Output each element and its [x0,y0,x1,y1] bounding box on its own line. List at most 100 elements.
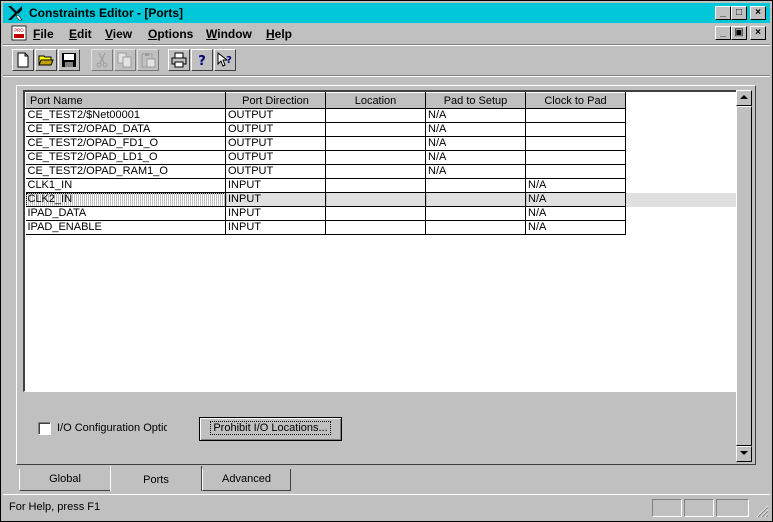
cell-port-name[interactable]: IPAD_DATA [25,206,226,221]
scroll-up-button[interactable] [736,90,752,106]
cell-pad-to-setup[interactable] [425,192,526,207]
cell-location[interactable] [325,220,426,235]
cell-port-direction[interactable]: INPUT [225,178,326,193]
table-row[interactable]: CLK1_IN INPUT N/A [25,178,736,193]
cell-pad-to-setup[interactable]: N/A [425,108,526,123]
help-button[interactable]: ? [191,49,213,71]
menu-view[interactable]: View [105,27,132,41]
new-button[interactable] [12,49,34,71]
table-row[interactable]: CE_TEST2/OPAD_RAM1_O OUTPUT N/A [25,164,736,179]
column-header-clock-to-pad[interactable]: Clock to Pad [525,92,626,109]
cell-location[interactable] [325,192,426,207]
table-row[interactable]: CE_TEST2/OPAD_LD1_O OUTPUT N/A [25,150,736,165]
cell-pad-to-setup[interactable] [425,220,526,235]
cell-port-direction[interactable]: INPUT [225,192,326,207]
tab-global[interactable]: Global [19,469,111,491]
cell-port-name[interactable]: CE_TEST2/OPAD_LD1_O [25,150,226,165]
prohibit-io-locations-button[interactable]: Prohibit I/O Locations... [199,417,342,441]
cell-clock-to-pad[interactable] [525,150,626,165]
cell-pad-to-setup[interactable]: N/A [425,136,526,151]
cell-clock-to-pad[interactable]: N/A [525,178,626,193]
cell-location[interactable] [325,136,426,151]
io-config-label: I/O Configuration Optior [57,422,167,434]
title-bar[interactable]: Constraints Editor - [Ports] _ □ × [3,3,770,23]
cell-clock-to-pad[interactable] [525,164,626,179]
cell-clock-to-pad[interactable]: N/A [525,206,626,221]
cell-port-direction[interactable]: OUTPUT [225,164,326,179]
menu-help[interactable]: Help [266,27,292,41]
open-button[interactable] [35,49,57,71]
vertical-scrollbar[interactable] [736,90,752,462]
table-row[interactable]: CE_TEST2/$Net00001 OUTPUT N/A [25,108,736,123]
menu-window[interactable]: Window [206,27,252,41]
row-filler [626,123,736,137]
cell-port-direction[interactable]: OUTPUT [225,136,326,151]
paste-button[interactable] [137,49,159,71]
print-button[interactable] [168,49,190,71]
cell-pad-to-setup[interactable]: N/A [425,150,526,165]
minimize-icon: _ [720,7,726,18]
cell-location[interactable] [325,206,426,221]
print-icon [171,52,187,68]
io-config-checkbox[interactable] [38,422,51,435]
mdi-restore-button[interactable]: ▣ [731,26,747,40]
context-help-button[interactable]: ? [214,49,236,71]
cell-clock-to-pad[interactable]: N/A [525,192,626,207]
document-icon[interactable]: PRO [11,25,27,41]
cell-clock-to-pad[interactable] [525,122,626,137]
maximize-button[interactable]: □ [731,6,747,20]
cell-port-direction[interactable]: OUTPUT [225,150,326,165]
table-row[interactable]: IPAD_DATA INPUT N/A [25,206,736,221]
cell-port-direction[interactable]: OUTPUT [225,122,326,137]
cut-button[interactable] [91,49,113,71]
tab-ports[interactable]: Ports [110,466,202,491]
column-header-port-direction[interactable]: Port Direction [225,92,326,109]
cell-port-name[interactable]: CLK2_IN [25,192,226,207]
mdi-minimize-button[interactable]: _ [715,26,731,40]
menu-options[interactable]: Options [148,27,193,41]
column-header-pad-to-setup[interactable]: Pad to Setup [425,92,526,109]
copy-button[interactable] [114,49,136,71]
table-row[interactable]: CLK2_IN INPUT N/A [25,192,736,207]
app-icon[interactable] [6,4,24,22]
tab-ports-label: Ports [143,474,169,486]
cell-location[interactable] [325,150,426,165]
resize-grip-icon[interactable] [755,504,769,518]
minimize-button[interactable]: _ [715,6,731,20]
cell-location[interactable] [325,122,426,137]
cut-icon [96,52,108,68]
cell-pad-to-setup[interactable] [425,206,526,221]
scroll-down-button[interactable] [736,446,752,462]
table-row[interactable]: IPAD_ENABLE INPUT N/A [25,220,736,235]
cell-location[interactable] [325,178,426,193]
scroll-thumb[interactable] [736,106,752,446]
cell-location[interactable] [325,108,426,123]
cell-pad-to-setup[interactable]: N/A [425,164,526,179]
cell-location[interactable] [325,164,426,179]
cell-pad-to-setup[interactable] [425,178,526,193]
cell-clock-to-pad[interactable]: N/A [525,220,626,235]
table-row[interactable]: CE_TEST2/OPAD_DATA OUTPUT N/A [25,122,736,137]
cell-port-name[interactable]: CLK1_IN [25,178,226,193]
cell-pad-to-setup[interactable]: N/A [425,122,526,137]
cell-port-direction[interactable]: INPUT [225,220,326,235]
menu-edit[interactable]: Edit [69,27,92,41]
ports-grid[interactable]: Port Name Port Direction Location Pad to… [23,90,737,392]
cell-port-name[interactable]: CE_TEST2/OPAD_RAM1_O [25,164,226,179]
close-button[interactable]: × [750,6,766,20]
cell-port-direction[interactable]: OUTPUT [225,108,326,123]
menu-file[interactable]: File [33,27,54,41]
save-button[interactable] [58,49,80,71]
column-header-location[interactable]: Location [325,92,426,109]
cell-port-name[interactable]: CE_TEST2/OPAD_DATA [25,122,226,137]
cell-port-direction[interactable]: INPUT [225,206,326,221]
column-header-port-name[interactable]: Port Name [25,92,226,109]
cell-port-name[interactable]: CE_TEST2/$Net00001 [25,108,226,123]
cell-port-name[interactable]: CE_TEST2/OPAD_FD1_O [25,136,226,151]
tab-advanced[interactable]: Advanced [202,469,291,491]
mdi-close-button[interactable]: × [750,26,766,40]
cell-clock-to-pad[interactable] [525,136,626,151]
cell-port-name[interactable]: IPAD_ENABLE [25,220,226,235]
table-row[interactable]: CE_TEST2/OPAD_FD1_O OUTPUT N/A [25,136,736,151]
cell-clock-to-pad[interactable] [525,108,626,123]
